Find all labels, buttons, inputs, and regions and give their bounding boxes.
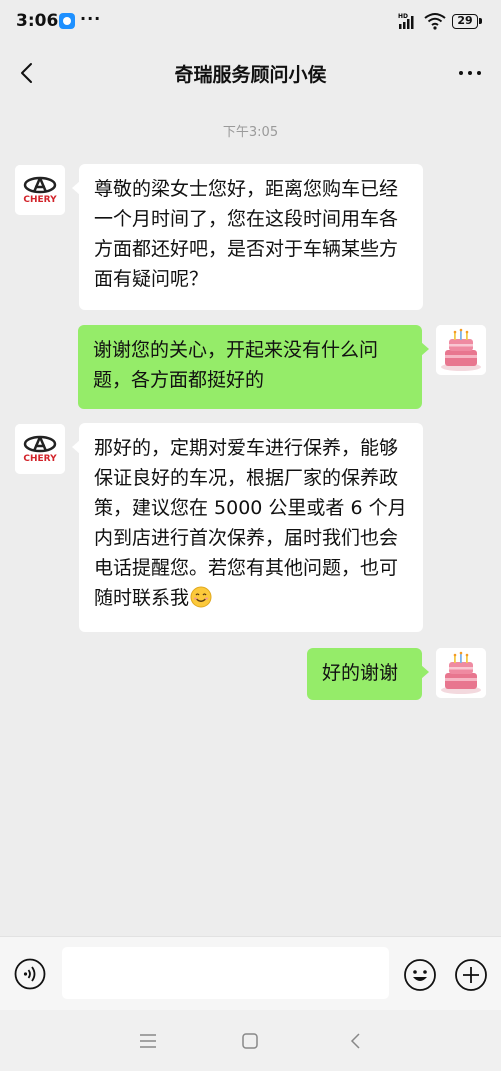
add-plus-icon[interactable] — [454, 958, 488, 992]
chery-logo-label: CHERY — [23, 454, 57, 464]
notification-app-icon — [59, 13, 75, 29]
birthday-cake-icon — [436, 325, 486, 375]
message-text: 谢谢您的关心，开起来没有什么问题，各方面都挺好的 — [93, 339, 379, 391]
birthday-cake-icon — [436, 648, 486, 698]
more-notifications-indicator: ··· — [80, 9, 102, 28]
user-avatar[interactable] — [436, 325, 486, 375]
battery-icon: 29 — [452, 14, 482, 29]
outgoing-message-bubble[interactable]: 谢谢您的关心，开起来没有什么问题，各方面都挺好的 — [78, 325, 429, 409]
signal-icon: HD — [398, 13, 414, 29]
chery-logo-label: CHERY — [23, 195, 57, 205]
status-time: 3:06 — [16, 11, 59, 31]
message-timestamp: 下午3:05 — [222, 125, 279, 140]
incoming-message-bubble[interactable]: 尊敬的梁女士您好，距离您购车已经一个月时间了，您在这段时间用车各方面都还好吧，是… — [72, 164, 423, 310]
chat-header: 奇瑞服务顾问小侯 — [0, 44, 501, 104]
user-avatar[interactable] — [436, 648, 486, 698]
message-text: 好的谢谢 — [322, 662, 399, 684]
agent-avatar[interactable]: CHERY — [15, 424, 65, 474]
network-hd-label: HD — [398, 13, 408, 20]
message-text: 尊敬的梁女士您好，距离您购车已经一个月时间了，您在这段时间用车各方面都还好吧，是… — [94, 178, 399, 290]
system-navigation-bar — [0, 1010, 501, 1071]
message-input[interactable] — [62, 947, 389, 999]
wifi-icon — [424, 13, 446, 30]
emoji-icon[interactable] — [403, 958, 437, 992]
recent-apps-menu-icon[interactable] — [138, 1032, 158, 1050]
smiling-face-emoji-icon — [190, 586, 212, 608]
chery-logo-icon: CHERY — [15, 165, 65, 215]
chery-logo-icon: CHERY — [15, 424, 65, 474]
message-text: 那好的，定期对爱车进行保养，能够保证良好的车况，根据厂家的保养政策，建议您在 5… — [94, 437, 407, 609]
outgoing-message-bubble[interactable]: 好的谢谢 — [307, 648, 429, 700]
more-options-icon[interactable] — [455, 58, 485, 88]
system-back-icon[interactable] — [346, 1030, 366, 1052]
voice-input-icon[interactable] — [14, 958, 46, 990]
chat-title: 奇瑞服务顾问小侯 — [174, 64, 327, 86]
incoming-message-bubble[interactable]: 那好的，定期对爱车进行保养，能够保证良好的车况，根据厂家的保养政策，建议您在 5… — [72, 423, 423, 632]
status-bar: 3:06 ··· HD 29 — [0, 0, 501, 44]
home-square-icon[interactable] — [241, 1032, 259, 1050]
message-input-bar — [0, 936, 501, 1011]
agent-avatar[interactable]: CHERY — [15, 165, 65, 215]
